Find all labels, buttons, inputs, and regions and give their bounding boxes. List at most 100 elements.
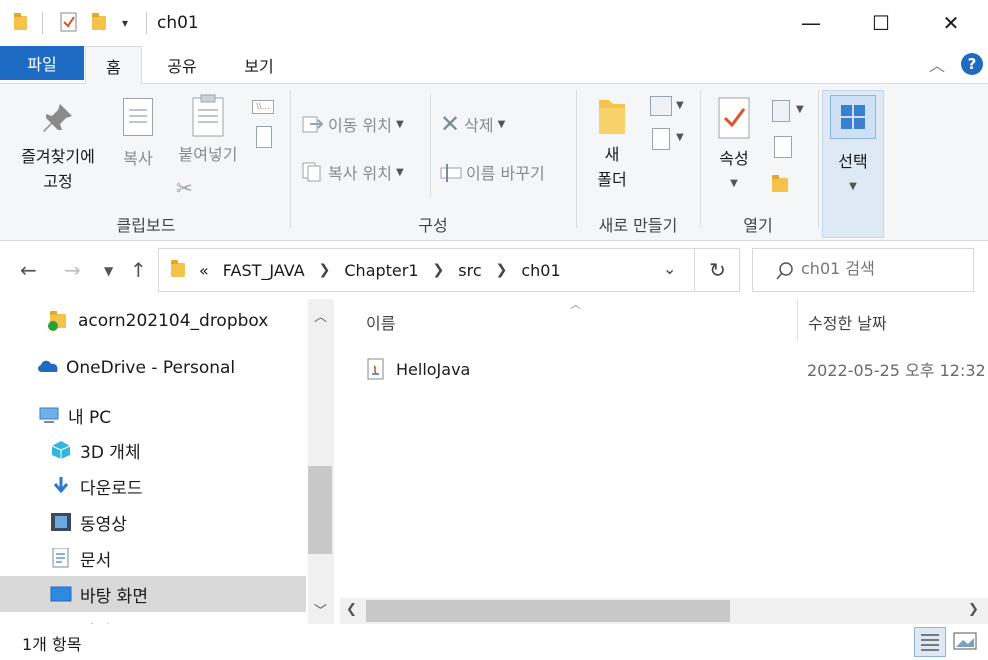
search-input[interactable] — [801, 259, 966, 278]
copy-to-button[interactable]: 복사 위치 ▼ — [302, 160, 404, 184]
copy-path-icon[interactable]: \\… — [252, 100, 274, 114]
nav-item-onedrive[interactable]: OneDrive - Personal — [0, 350, 306, 386]
nav-item-3d-objects[interactable]: 3D 개체 — [0, 432, 306, 468]
properties-label: 속성 — [719, 149, 749, 168]
nav-item-documents[interactable]: 문서 — [0, 540, 306, 576]
ribbon-tabs: 파일 홈 공유 보기 — [0, 46, 988, 85]
paste-button[interactable]: 붙여넣기 — [170, 94, 246, 167]
onedrive-icon — [36, 358, 58, 378]
chevron-down-icon[interactable]: ▼ — [676, 100, 684, 111]
open-icon[interactable] — [772, 100, 790, 122]
chevron-right-icon[interactable]: ❯ — [319, 262, 331, 278]
easy-access-icon[interactable] — [652, 128, 670, 150]
new-group-label: 새로 만들기 — [598, 216, 678, 235]
chevron-down-icon: ▼ — [730, 178, 738, 189]
copy-button[interactable]: 복사 — [114, 96, 162, 171]
nav-item-dropbox[interactable]: acorn202104_dropbox — [0, 303, 306, 339]
breadcrumb-item[interactable]: src — [458, 261, 481, 280]
new-folder-icon — [599, 100, 625, 134]
refresh-button[interactable]: ↻ — [694, 248, 740, 292]
select-button[interactable]: 선택 ▼ — [822, 90, 884, 238]
details-view-button[interactable] — [914, 627, 946, 657]
tab-file[interactable]: 파일 — [0, 46, 84, 80]
shared-folder-icon — [48, 311, 70, 331]
delete-label: 삭제 — [464, 116, 494, 135]
open-group-label: 열기 — [743, 216, 773, 235]
group-separator — [576, 90, 577, 228]
chevron-right-icon[interactable]: ❯ — [433, 262, 445, 278]
breadcrumb-item[interactable]: ch01 — [521, 261, 560, 280]
tab-share[interactable]: 공유 — [150, 46, 214, 84]
file-row[interactable]: HelloJava — [366, 352, 470, 386]
search-box[interactable] — [752, 248, 974, 292]
pin-to-quick-access-button[interactable]: 즐겨찾기에 고정 — [6, 100, 110, 194]
nav-item-label: 동영상 — [80, 514, 127, 535]
nav-item-this-pc[interactable]: 내 PC — [0, 397, 306, 433]
close-button[interactable]: ✕ — [916, 0, 986, 46]
scroll-up-icon[interactable]: ︿ — [314, 306, 327, 325]
folder-icon — [171, 260, 185, 277]
scroll-left-icon[interactable]: ❮ — [346, 602, 357, 617]
breadcrumb-item[interactable]: Chapter1 — [344, 261, 418, 280]
address-dropdown-icon[interactable]: ⌄ — [663, 259, 676, 278]
back-arrow-icon[interactable]: ← — [20, 258, 37, 282]
nav-item-label: 문서 — [80, 550, 112, 571]
select-label: 선택 — [838, 152, 868, 171]
chevron-down-icon[interactable]: ▼ — [676, 132, 684, 143]
file-name: HelloJava — [396, 359, 471, 379]
search-icon — [776, 262, 793, 280]
chevron-down-icon[interactable]: ▼ — [796, 104, 804, 115]
maximize-icon: ☐ — [872, 11, 890, 35]
horizontal-scrollbar-thumb[interactable] — [366, 600, 730, 622]
properties-button[interactable]: 속성 ▼ — [708, 96, 760, 196]
column-separator[interactable] — [797, 300, 798, 340]
large-icons-view-button[interactable] — [950, 627, 982, 657]
rename-button[interactable]: 이름 바꾸기 — [440, 160, 545, 184]
customize-quick-access-icon[interactable]: ▾ — [122, 16, 128, 30]
breadcrumb-overflow[interactable]: « — [199, 261, 209, 280]
history-icon[interactable] — [772, 172, 794, 194]
nav-item-downloads[interactable]: 다운로드 — [0, 468, 306, 504]
move-to-button[interactable]: 이동 위치 ▼ — [302, 112, 404, 136]
tab-home[interactable]: 홈 — [85, 46, 142, 85]
collapse-ribbon-icon[interactable]: ︿ — [929, 52, 945, 76]
tab-view[interactable]: 보기 — [224, 46, 294, 84]
minimize-button[interactable]: — — [776, 0, 846, 46]
column-header-modified[interactable]: 수정한 날짜 — [808, 310, 887, 334]
forward-arrow-icon[interactable]: → — [64, 258, 81, 282]
new-item-icon[interactable] — [650, 96, 672, 116]
edit-icon[interactable] — [774, 136, 792, 158]
chevron-right-icon[interactable]: ❯ — [496, 262, 508, 278]
up-arrow-icon[interactable]: ↑ — [130, 258, 147, 282]
scroll-down-icon[interactable]: ﹀ — [314, 600, 327, 619]
copy-label: 복사 — [123, 149, 153, 168]
breadcrumb: « FAST_JAVA ❯ Chapter1 ❯ src ❯ ch01 — [159, 249, 561, 291]
properties-quick-icon[interactable] — [60, 12, 78, 32]
nav-pane-scrollbar[interactable] — [308, 299, 334, 624]
copy-to-icon — [302, 162, 321, 182]
breadcrumb-item[interactable]: FAST_JAVA — [223, 261, 305, 280]
maximize-button[interactable]: ☐ — [846, 0, 916, 46]
delete-button[interactable]: ✕ 삭제 ▼ — [440, 110, 505, 138]
nav-item-label: 바탕 화면 — [80, 586, 148, 607]
nav-item-pictures[interactable]: 사진 — [0, 612, 306, 625]
scroll-right-icon[interactable]: ❯ — [968, 602, 979, 617]
paste-icon — [192, 94, 224, 137]
help-icon[interactable]: ? — [961, 53, 983, 75]
ribbon: 즐겨찾기에 고정 복사 붙여넣기 ✂ \\… 클립보드 이동 위치 ▼ 복사 위치… — [0, 84, 988, 241]
address-bar[interactable]: « FAST_JAVA ❯ Chapter1 ❯ src ❯ ch01 ⌄ — [158, 248, 740, 292]
nav-pane-scrollbar-thumb[interactable] — [308, 466, 332, 554]
chevron-down-icon: ▼ — [497, 118, 506, 130]
large-icons-view-icon — [953, 632, 977, 650]
paste-shortcut-icon[interactable] — [256, 126, 272, 148]
cut-icon[interactable]: ✂ — [176, 176, 193, 200]
recent-locations-icon[interactable]: ▼ — [104, 264, 113, 278]
column-header-name[interactable]: 이름 — [366, 310, 395, 334]
file-modified: 2022-05-25 오후 12:32 — [807, 361, 986, 380]
new-folder-button[interactable]: 새 폴더 — [586, 96, 638, 192]
details-view-icon — [921, 634, 939, 651]
desktop-icon — [50, 584, 72, 604]
nav-item-desktop[interactable]: 바탕 화면 — [0, 576, 306, 612]
new-folder-quick-icon[interactable] — [92, 12, 110, 32]
nav-item-videos[interactable]: 동영상 — [0, 504, 306, 540]
